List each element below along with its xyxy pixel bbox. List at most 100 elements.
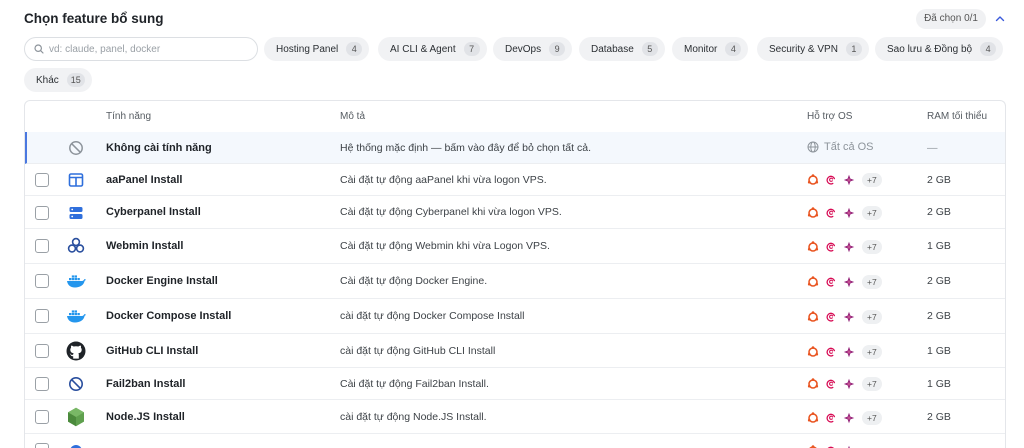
os-support: +7: [807, 239, 882, 255]
ubuntu-icon: [807, 207, 819, 218]
webmin-icon: [65, 235, 87, 257]
row-checkbox[interactable]: [35, 443, 49, 448]
feature-name: GitHub CLI Install: [106, 345, 199, 357]
category-chip-other[interactable]: Khác 15: [24, 68, 92, 92]
chip-label: AI CLI & Agent: [390, 43, 456, 55]
chip-label: Monitor: [684, 43, 718, 55]
chip-count: 7: [463, 42, 480, 56]
feature-name: Cyberpanel Install: [106, 206, 201, 218]
table-row[interactable]: [25, 434, 1005, 448]
chip-label: Sao lưu & Đồng bộ: [887, 43, 973, 55]
github-icon: [65, 340, 87, 362]
cyberpanel-icon: [65, 202, 87, 224]
table-row[interactable]: Cyberpanel Install Cài đặt tự động Cyber…: [25, 196, 1005, 229]
os-support: +7: [807, 274, 882, 290]
row-checkbox[interactable]: [35, 309, 49, 323]
category-chip-devops[interactable]: DevOps 9: [493, 37, 573, 61]
row-checkbox[interactable]: [35, 206, 49, 220]
feature-table: Tính năng Mô tả Hỗ trợ OS RAM tối thiểu …: [24, 100, 1006, 448]
row-checkbox[interactable]: [35, 344, 49, 358]
os-support: +7: [807, 376, 882, 392]
table-row-none[interactable]: Không cài tính năng Hệ thống mặc định — …: [25, 132, 1005, 164]
category-chip-ai-cli-agent[interactable]: AI CLI & Agent 7: [378, 37, 487, 61]
centos-icon: [843, 311, 855, 323]
feature-icon: [65, 440, 87, 448]
category-chip-backup-sync[interactable]: Sao lưu & Đồng bộ 4: [875, 37, 1004, 61]
min-ram: 2 GB: [927, 206, 951, 218]
table-row[interactable]: Webmin Install Cài đặt tự động Webmin kh…: [25, 229, 1005, 264]
chip-count: 1: [845, 42, 862, 56]
chip-label: Khác: [36, 74, 59, 86]
os-more-badge: +7: [862, 173, 882, 187]
search-input[interactable]: [49, 43, 249, 55]
table-row[interactable]: Fail2ban Install Cài đặt tự động Fail2ba…: [25, 368, 1005, 400]
table-row[interactable]: Node.JS Install cài đặt tự động Node.JS …: [25, 400, 1005, 434]
globe-icon: [807, 141, 819, 153]
category-chip-database[interactable]: Database 5: [579, 37, 665, 61]
os-support: [807, 443, 855, 448]
chip-count: 9: [549, 42, 566, 56]
debian-icon: [826, 242, 836, 252]
row-checkbox[interactable]: [35, 274, 49, 288]
table-row[interactable]: Docker Engine Install Cài đặt tự động Do…: [25, 264, 1005, 299]
feature-description: Cài đặt tự động Webmin khi vừa Logon VPS…: [340, 240, 550, 252]
docker-icon: [65, 305, 87, 327]
os-support: Tất cả OS: [807, 141, 874, 153]
ban-icon: [65, 373, 87, 395]
feature-name: aaPanel Install: [106, 174, 183, 186]
min-ram: 1 GB: [927, 378, 951, 390]
os-more-badge: +7: [862, 411, 882, 425]
ubuntu-icon: [807, 311, 819, 322]
centos-icon: [843, 346, 855, 358]
feature-description: Cài đặt tự động aaPanel khi vừa logon VP…: [340, 174, 547, 186]
table-row[interactable]: GitHub CLI Install cài đặt tự động GitHu…: [25, 334, 1005, 368]
category-chip-hosting-panel[interactable]: Hosting Panel 4: [264, 37, 370, 61]
feature-description: Cài đặt tự động Fail2ban Install.: [340, 378, 489, 390]
aapanel-icon: [65, 169, 87, 191]
category-chip-security-vpn[interactable]: Security & VPN 1: [757, 37, 869, 61]
feature-search-box[interactable]: [24, 37, 258, 61]
os-more-badge: +7: [862, 377, 882, 391]
feature-name: Fail2ban Install: [106, 378, 186, 390]
column-header-feature: Tính năng: [106, 111, 152, 122]
debian-icon: [826, 175, 836, 185]
debian-icon: [826, 379, 836, 389]
debian-icon: [826, 208, 836, 218]
ubuntu-icon: [807, 241, 819, 252]
os-more-badge: +7: [862, 345, 882, 359]
chip-count: 4: [725, 42, 742, 56]
os-all-label: Tất cả OS: [824, 141, 874, 153]
nodejs-icon: [65, 406, 87, 428]
debian-icon: [826, 277, 836, 287]
table-row[interactable]: Docker Compose Install cài đặt tự động D…: [25, 299, 1005, 334]
centos-icon: [843, 412, 855, 424]
docker-icon: [65, 270, 87, 292]
feature-description: cài đặt tự động Docker Compose Install: [340, 310, 525, 322]
chip-count: 5: [641, 42, 658, 56]
table-row[interactable]: aaPanel Install Cài đặt tự động aaPanel …: [25, 164, 1005, 196]
os-more-badge: +7: [862, 206, 882, 220]
centos-icon: [843, 276, 855, 288]
os-more-badge: +7: [862, 310, 882, 324]
feature-description: cài đặt tự động Node.JS Install.: [340, 411, 487, 423]
min-ram: —: [927, 142, 938, 154]
feature-name: Docker Engine Install: [106, 275, 218, 287]
chip-label: DevOps: [505, 43, 542, 55]
search-icon: [34, 44, 44, 54]
row-checkbox[interactable]: [35, 173, 49, 187]
category-chip-monitor[interactable]: Monitor 4: [672, 37, 749, 61]
chevron-up-icon: [995, 16, 1005, 22]
chip-count: 4: [980, 42, 997, 56]
chip-label: Database: [591, 43, 634, 55]
row-checkbox[interactable]: [35, 377, 49, 391]
min-ram: 2 GB: [927, 174, 951, 186]
ubuntu-icon: [807, 174, 819, 185]
os-support: +7: [807, 410, 882, 426]
ubuntu-icon: [807, 276, 819, 287]
collapse-button[interactable]: [992, 9, 1008, 29]
row-checkbox[interactable]: [35, 239, 49, 253]
chip-label: Hosting Panel: [276, 43, 339, 55]
row-checkbox[interactable]: [35, 410, 49, 424]
os-support: +7: [807, 205, 882, 221]
column-header-os: Hỗ trợ OS: [807, 111, 853, 122]
